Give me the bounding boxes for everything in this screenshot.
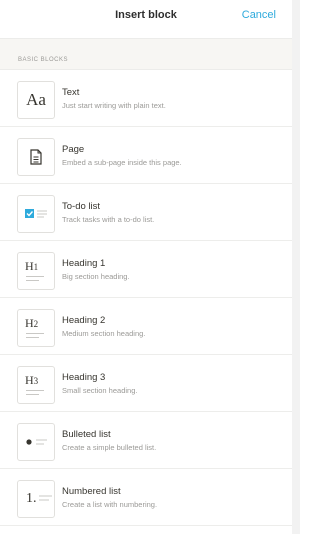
heading-level: 2 bbox=[33, 319, 39, 329]
block-item-bulleted-list[interactable]: Bulleted list Create a simple bulleted l… bbox=[0, 412, 292, 469]
block-item-todo[interactable]: To-do list Track tasks with a to-do list… bbox=[0, 184, 292, 241]
block-title: Heading 2 bbox=[62, 315, 106, 326]
page-icon bbox=[17, 138, 55, 176]
cancel-button[interactable]: Cancel bbox=[242, 9, 276, 21]
block-description: Medium section heading. bbox=[62, 329, 146, 338]
text-aa-icon: Aa bbox=[17, 81, 55, 119]
block-item-heading-2[interactable]: H2 Heading 2 Medium section heading. bbox=[0, 298, 292, 355]
block-item-heading-3[interactable]: H3 Heading 3 Small section heading. bbox=[0, 355, 292, 412]
heading-level: 1 bbox=[33, 262, 39, 272]
block-item-page[interactable]: Page Embed a sub-page inside this page. bbox=[0, 127, 292, 184]
block-description: Big section heading. bbox=[62, 272, 130, 281]
block-title: To-do list bbox=[62, 201, 101, 212]
heading-1-icon: H1 bbox=[17, 252, 55, 290]
heading-glyph: H bbox=[25, 316, 34, 330]
block-description: Embed a sub-page inside this page. bbox=[62, 158, 182, 167]
block-description: Create a list with numbering. bbox=[62, 500, 158, 509]
section-label: BASIC BLOCKS bbox=[18, 57, 69, 63]
block-list: Aa Text Just start writing with plain te… bbox=[0, 70, 292, 526]
header: Insert block Cancel bbox=[0, 0, 292, 32]
heading-3-icon: H3 bbox=[17, 366, 55, 404]
bulleted-list-icon bbox=[17, 423, 55, 461]
checkbox-icon bbox=[17, 195, 55, 233]
block-description: Create a simple bulleted list. bbox=[62, 443, 157, 452]
heading-level: 3 bbox=[33, 376, 39, 386]
block-description: Just start writing with plain text. bbox=[62, 101, 166, 110]
heading-2-icon: H2 bbox=[17, 309, 55, 347]
block-item-numbered-list[interactable]: 1. Numbered list Create a list with numb… bbox=[0, 469, 292, 526]
block-title: Text bbox=[62, 87, 80, 98]
block-description: Track tasks with a to-do list. bbox=[62, 215, 155, 224]
background-edge bbox=[292, 0, 300, 534]
text-aa-glyph: Aa bbox=[26, 90, 46, 109]
block-title: Heading 3 bbox=[62, 372, 106, 383]
block-title: Heading 1 bbox=[62, 258, 106, 269]
insert-block-sheet: Insert block Cancel BASIC BLOCKS Aa Text… bbox=[0, 0, 292, 534]
block-title: Bulleted list bbox=[62, 429, 111, 440]
number-glyph: 1. bbox=[26, 491, 37, 506]
numbered-list-icon: 1. bbox=[17, 480, 55, 518]
block-description: Small section heading. bbox=[62, 386, 138, 395]
heading-glyph: H bbox=[25, 259, 34, 273]
block-item-heading-1[interactable]: H1 Heading 1 Big section heading. bbox=[0, 241, 292, 298]
section-header: BASIC BLOCKS bbox=[0, 38, 292, 70]
block-title: Page bbox=[62, 144, 85, 155]
block-title: Numbered list bbox=[62, 486, 121, 497]
block-item-text[interactable]: Aa Text Just start writing with plain te… bbox=[0, 70, 292, 127]
heading-glyph: H bbox=[25, 373, 34, 387]
